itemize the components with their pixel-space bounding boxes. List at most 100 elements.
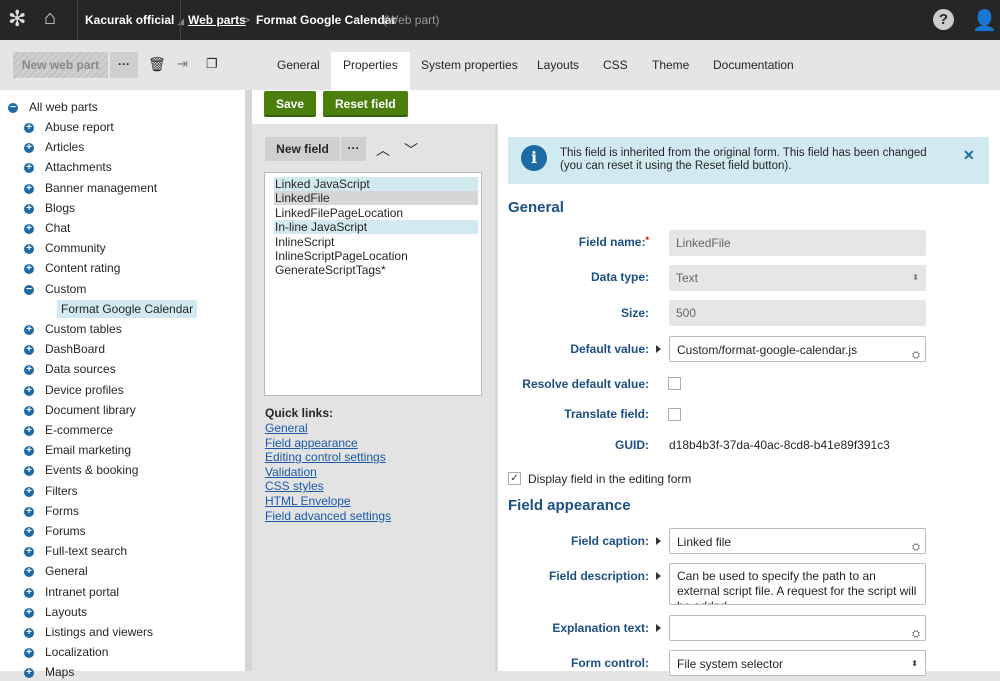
expand-icon[interactable]: + bbox=[24, 224, 34, 234]
delete-icon[interactable]: 🗑 bbox=[148, 56, 166, 73]
collapse-icon[interactable]: − bbox=[8, 103, 18, 113]
reset-field-button[interactable]: Reset field bbox=[323, 91, 408, 117]
expand-icon[interactable]: + bbox=[24, 385, 34, 396]
expand-arrow-icon[interactable] bbox=[656, 537, 661, 545]
close-icon[interactable]: ✕ bbox=[963, 147, 975, 164]
tree-item[interactable]: Email marketing bbox=[45, 441, 131, 459]
field-list-item[interactable]: GenerateScriptTags* bbox=[274, 263, 478, 277]
field-caption-input[interactable]: Linked file ⛭ bbox=[669, 528, 926, 554]
home-icon[interactable]: ⌂ bbox=[44, 7, 56, 30]
tree-item[interactable]: Community bbox=[45, 239, 106, 257]
default-value-input[interactable]: Custom/format-google-calendar.js ⛭ bbox=[669, 336, 926, 362]
field-list-item[interactable]: Linked JavaScript bbox=[274, 177, 478, 191]
tree-item[interactable]: Articles bbox=[45, 138, 84, 156]
expand-icon[interactable]: + bbox=[24, 547, 34, 558]
help-icon[interactable]: ? bbox=[933, 9, 954, 30]
field-list-item[interactable]: In-line JavaScript bbox=[274, 220, 478, 235]
expand-icon[interactable]: + bbox=[24, 163, 34, 174]
field-description-textarea[interactable]: Can be used to specify the path to an ex… bbox=[669, 563, 926, 605]
expand-icon[interactable]: + bbox=[24, 628, 34, 638]
tree-item[interactable]: Maps bbox=[45, 663, 74, 681]
quick-link[interactable]: Validation bbox=[265, 465, 317, 479]
tab-css[interactable]: CSS bbox=[591, 52, 640, 90]
move-up-icon[interactable]: ︿ bbox=[376, 140, 390, 160]
expand-icon[interactable]: + bbox=[24, 648, 34, 659]
tree-item[interactable]: Localization bbox=[45, 643, 108, 661]
form-control-select[interactable]: File system selector ⬍ bbox=[669, 650, 926, 676]
expand-icon[interactable]: + bbox=[24, 668, 34, 679]
expand-arrow-icon[interactable] bbox=[656, 572, 661, 580]
expand-icon[interactable]: + bbox=[24, 486, 34, 497]
site-selector[interactable]: Kacurak official ◢ bbox=[85, 13, 184, 27]
expand-icon[interactable]: + bbox=[24, 264, 34, 275]
field-list-item[interactable]: LinkedFile bbox=[274, 191, 478, 206]
expand-icon[interactable]: + bbox=[24, 365, 34, 376]
expand-icon[interactable]: + bbox=[24, 506, 34, 517]
size-input[interactable]: 500 bbox=[669, 300, 926, 326]
quick-link[interactable]: Field appearance bbox=[265, 436, 358, 450]
save-button[interactable]: Save bbox=[264, 91, 317, 117]
clone-icon[interactable]: ❐ bbox=[206, 56, 218, 72]
new-field-button[interactable]: New field bbox=[265, 137, 340, 161]
tree-item[interactable]: Device profiles bbox=[45, 381, 124, 399]
expand-icon[interactable]: + bbox=[24, 426, 34, 436]
expand-icon[interactable]: + bbox=[24, 466, 34, 477]
localize-icon[interactable]: ⛭ bbox=[912, 622, 920, 648]
tab-documentation[interactable]: Documentation bbox=[701, 52, 806, 90]
move-down-icon[interactable]: ﹀ bbox=[404, 140, 418, 160]
logo-icon[interactable]: ✻ bbox=[8, 6, 26, 32]
field-name-input[interactable]: LinkedFile bbox=[669, 230, 926, 256]
tree-item[interactable]: Banner management bbox=[45, 179, 157, 197]
tree-item[interactable]: Abuse report bbox=[45, 118, 114, 136]
field-list-item[interactable]: InlineScriptPageLocation bbox=[274, 249, 478, 263]
expand-icon[interactable]: + bbox=[24, 183, 34, 194]
tree-item[interactable]: Layouts bbox=[45, 603, 87, 621]
quick-link[interactable]: Field advanced settings bbox=[265, 509, 391, 523]
fields-listbox[interactable]: Linked JavaScript LinkedFile LinkedFilePag… bbox=[264, 172, 482, 396]
display-field-checkbox[interactable]: ✓ bbox=[508, 472, 521, 485]
tree-item-selected[interactable]: Format Google Calendar bbox=[57, 299, 198, 318]
tree-item[interactable]: Forms bbox=[45, 502, 79, 520]
tree-root[interactable]: All web parts bbox=[29, 98, 98, 116]
data-type-select[interactable]: Text ⬍ bbox=[669, 265, 926, 291]
tree-item[interactable]: Data sources bbox=[45, 360, 116, 378]
tree-item[interactable]: Filters bbox=[45, 482, 78, 500]
tree-item[interactable]: Intranet portal bbox=[45, 583, 119, 601]
field-list-item[interactable]: LinkedFilePageLocation bbox=[274, 206, 478, 220]
export-icon[interactable]: ⇥ bbox=[177, 56, 188, 72]
expand-icon[interactable]: + bbox=[24, 325, 34, 335]
expand-icon[interactable]: + bbox=[24, 607, 34, 618]
translate-field-checkbox[interactable] bbox=[668, 408, 681, 421]
expand-icon[interactable]: + bbox=[24, 567, 34, 578]
expand-arrow-icon[interactable] bbox=[656, 624, 661, 632]
expand-icon[interactable]: + bbox=[24, 527, 34, 537]
tree-item[interactable]: Attachments bbox=[45, 158, 112, 176]
expand-icon[interactable]: + bbox=[24, 587, 34, 598]
expand-icon[interactable]: + bbox=[24, 123, 34, 133]
breadcrumb-web-parts[interactable]: Web parts bbox=[188, 13, 246, 27]
tab-general[interactable]: General bbox=[265, 52, 332, 90]
tree-item[interactable]: E-commerce bbox=[45, 421, 113, 439]
tab-properties[interactable]: Properties bbox=[331, 52, 410, 90]
more-actions-button[interactable]: ··· bbox=[110, 52, 138, 78]
new-field-more-button[interactable]: ··· bbox=[341, 137, 366, 161]
tree-item[interactable]: Chat bbox=[45, 219, 70, 237]
tree-item[interactable]: Events & booking bbox=[45, 461, 138, 479]
quick-link[interactable]: General bbox=[265, 421, 308, 435]
explanation-text-input[interactable]: ⛭ bbox=[669, 615, 926, 641]
resolve-default-checkbox[interactable] bbox=[668, 377, 681, 390]
tree-item[interactable]: Blogs bbox=[45, 199, 75, 217]
localize-icon[interactable]: ⛭ bbox=[912, 535, 920, 561]
quick-link[interactable]: Editing control settings bbox=[265, 450, 386, 464]
new-web-part-button[interactable]: New web part bbox=[13, 52, 108, 78]
expand-icon[interactable]: + bbox=[24, 143, 34, 154]
expand-icon[interactable]: + bbox=[24, 405, 34, 416]
localize-icon[interactable]: ⛭ bbox=[912, 343, 920, 369]
collapse-icon[interactable]: − bbox=[24, 284, 34, 295]
expand-icon[interactable]: + bbox=[24, 203, 34, 214]
quick-link[interactable]: HTML Envelope bbox=[265, 494, 351, 508]
tree-item[interactable]: Custom tables bbox=[45, 320, 122, 338]
expand-arrow-icon[interactable] bbox=[656, 345, 661, 353]
tree-item[interactable]: Document library bbox=[45, 401, 136, 419]
tree-item[interactable]: DashBoard bbox=[45, 340, 105, 358]
